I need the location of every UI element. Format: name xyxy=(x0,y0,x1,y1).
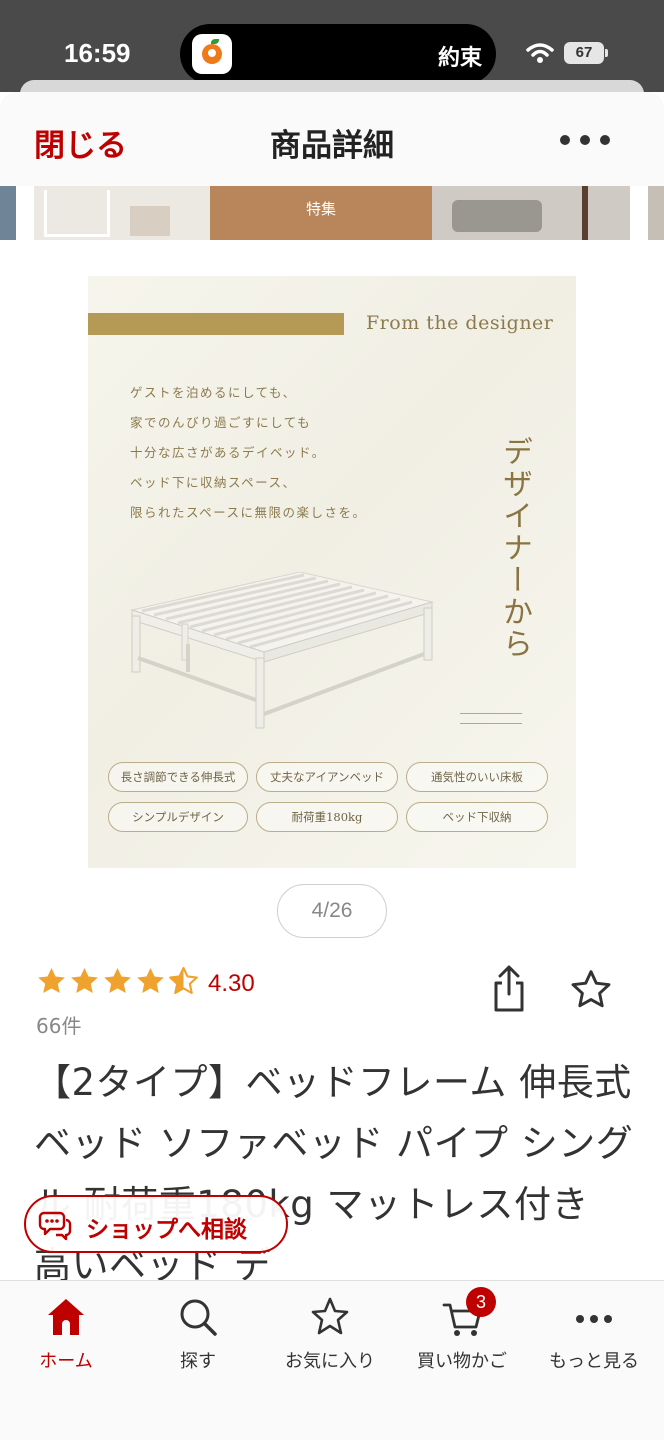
tab-favorites[interactable]: お気に入り xyxy=(264,1281,396,1391)
banner-photo-left xyxy=(34,186,210,240)
home-icon xyxy=(48,1299,84,1335)
feature-pill: 丈夫なアイアンベッド xyxy=(256,762,398,792)
tab-label: もっと見る xyxy=(549,1351,639,1372)
description-line: ゲストを泊めるにしても、 xyxy=(130,385,297,400)
image-heading: From the designer xyxy=(366,312,554,334)
app-orange-icon xyxy=(192,34,232,74)
star-full-icon xyxy=(71,967,98,993)
dynamic-island[interactable]: 約束 xyxy=(180,24,496,84)
tab-more[interactable]: もっと見る xyxy=(528,1281,660,1391)
share-icon[interactable] xyxy=(488,964,530,1014)
tab-label: お気に入り xyxy=(285,1351,375,1372)
wifi-icon xyxy=(526,43,554,63)
description-line: 限られたスペースに無限の楽しさを。 xyxy=(130,505,367,520)
vertical-title: デザイナーから xyxy=(497,436,532,660)
status-bar: 16:59 約束 67 xyxy=(0,0,664,92)
tab-label: ホーム xyxy=(39,1351,93,1372)
tab-home[interactable]: ホーム xyxy=(0,1281,132,1391)
product-title: 【2タイプ】ベッドフレーム 伸長式ベッド ソファベッド パイプ シングル 耐荷重… xyxy=(34,1061,634,1287)
adjacent-banner-left[interactable] xyxy=(0,186,16,240)
chat-bubble-icon xyxy=(38,1211,72,1241)
status-time: 16:59 xyxy=(64,38,131,68)
tab-label: 探す xyxy=(180,1351,216,1372)
review-count[interactable]: 66件 xyxy=(36,1010,81,1039)
feature-pill: 長さ調節できる伸長式 xyxy=(108,762,248,792)
favorite-star-icon[interactable] xyxy=(568,968,614,1012)
battery-icon: 67 xyxy=(564,42,608,64)
product-image[interactable]: From the designer ゲストを泊めるにしても、 家でのんびり過ごす… xyxy=(88,276,576,868)
star-full-icon xyxy=(104,967,131,993)
image-description: ゲストを泊めるにしても、 家でのんびり過ごすにしても 十分な広さがあるデイベッド… xyxy=(130,378,367,528)
nav-bar: 閉じる 商品詳細 xyxy=(0,92,664,186)
divider-line xyxy=(460,713,522,714)
chat-button-label: ショップへ相談 xyxy=(86,1217,247,1243)
rating-value[interactable]: 4.30 xyxy=(208,970,255,998)
product-detail-sheet: 閉じる 商品詳細 特集 From the designer ゲストを泊めるにして… xyxy=(0,92,664,1440)
tab-label: 買い物かご xyxy=(417,1351,507,1372)
star-full-icon xyxy=(137,967,164,993)
feature-pill: シンプルデザイン xyxy=(108,802,248,832)
banner-label: 特集 xyxy=(305,200,336,218)
gallery-page-counter: 4/26 xyxy=(277,884,387,938)
banner-photo-right xyxy=(432,186,630,240)
bed-frame-illustration xyxy=(130,572,434,729)
star-half-icon xyxy=(169,966,198,995)
divider-line xyxy=(460,723,522,724)
description-line: 家でのんびり過ごすにしても xyxy=(130,415,312,430)
close-button[interactable]: 閉じる xyxy=(34,120,127,165)
feature-banner[interactable]: 特集 xyxy=(34,186,630,240)
star-full-icon xyxy=(38,967,65,993)
more-dots-icon[interactable] xyxy=(560,122,610,158)
banner-center: 特集 xyxy=(210,186,432,240)
search-icon xyxy=(180,1299,217,1336)
more-dots-icon xyxy=(576,1315,612,1323)
shop-chat-button[interactable]: ショップへ相談 xyxy=(24,1195,288,1253)
rating-stars[interactable] xyxy=(36,966,201,997)
star-icon xyxy=(311,1297,349,1335)
description-line: ベッド下に収納スペース、 xyxy=(130,475,297,490)
cart-count-badge: 3 xyxy=(466,1287,496,1317)
gold-accent-bar xyxy=(88,313,344,335)
adjacent-banner-right[interactable] xyxy=(648,186,664,240)
feature-pill: ベッド下収納 xyxy=(406,802,548,832)
feature-pill: 耐荷重180kg xyxy=(256,802,398,832)
island-text: 約束 xyxy=(437,46,482,71)
description-line: 十分な広さがあるデイベッド。 xyxy=(130,445,326,460)
tab-cart[interactable]: 3 買い物かご xyxy=(396,1281,528,1391)
bottom-tab-bar: ホーム 探す お気に入り 3 買い物かご もっと見る xyxy=(0,1280,664,1440)
tab-search[interactable]: 探す xyxy=(132,1281,264,1391)
feature-pill: 通気性のいい床板 xyxy=(406,762,548,792)
